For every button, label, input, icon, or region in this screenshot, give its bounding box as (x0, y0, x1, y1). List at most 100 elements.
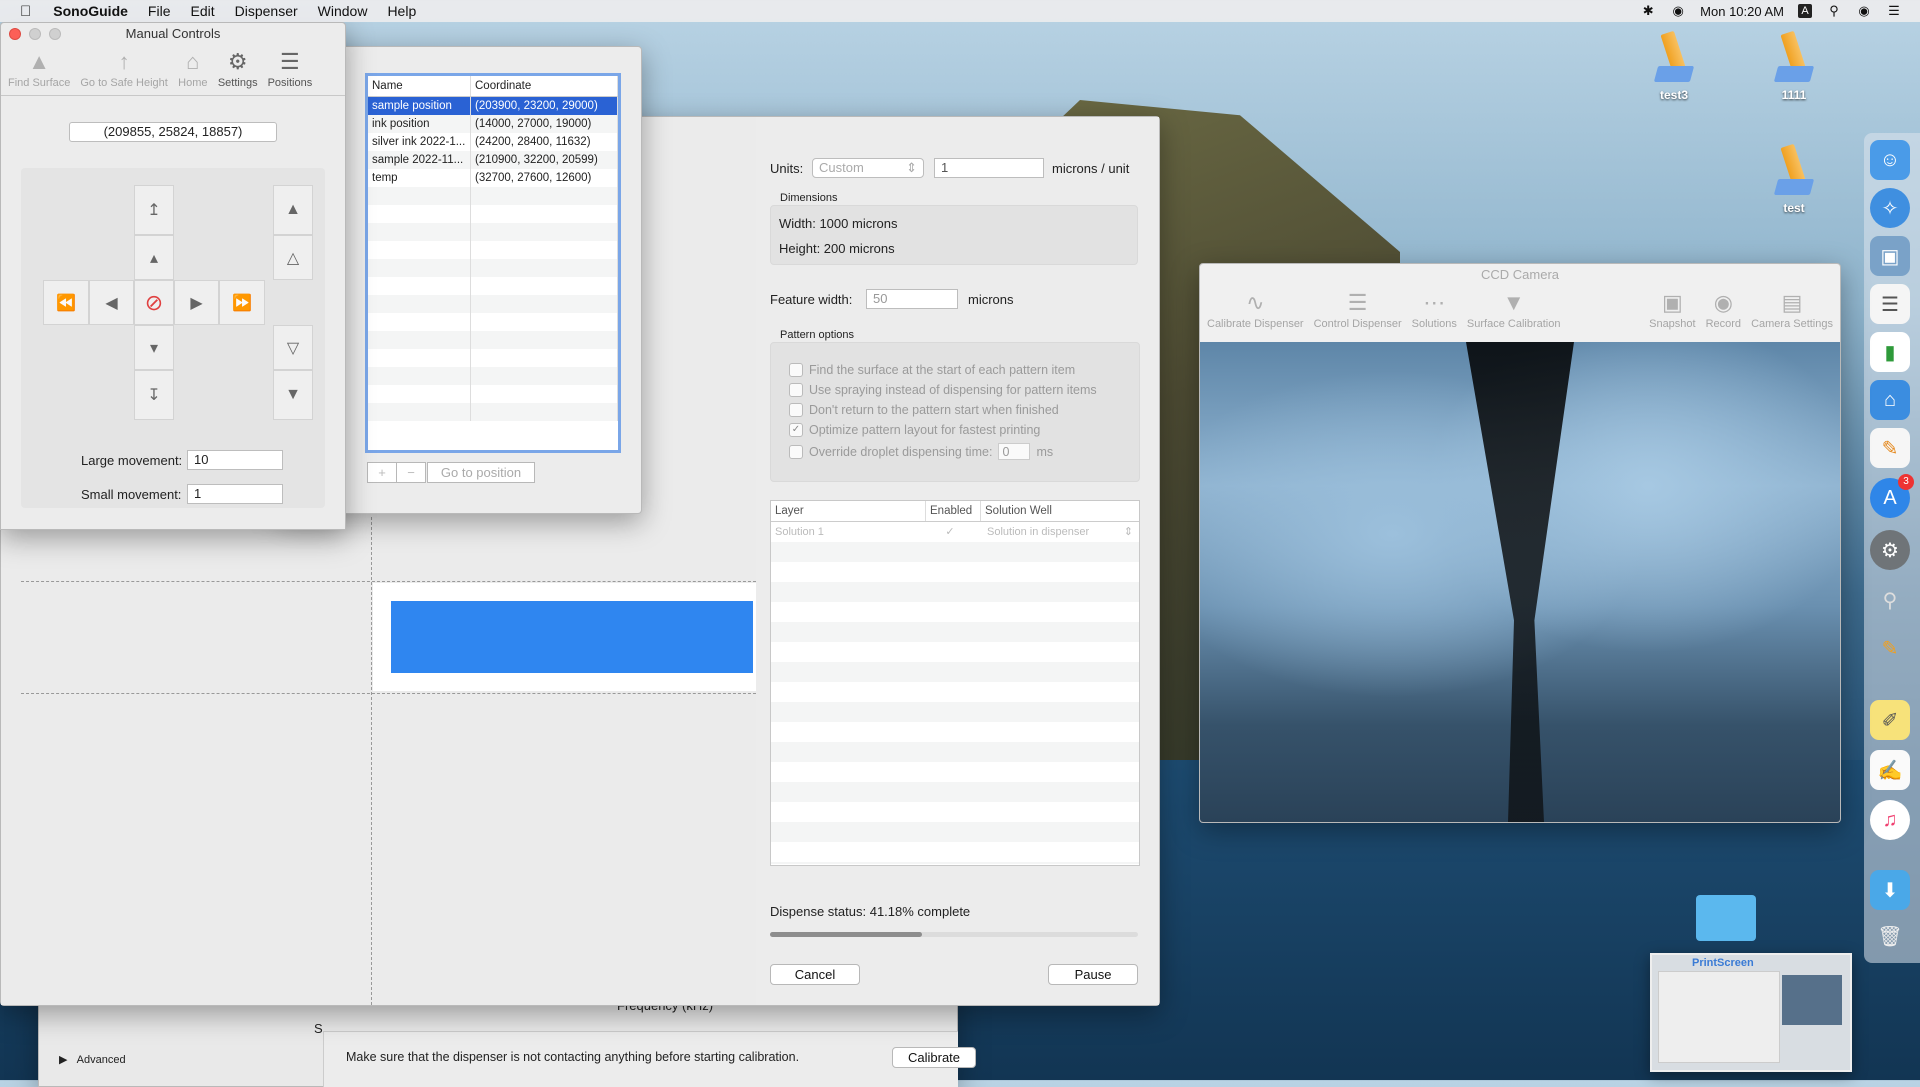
find-surface-tool[interactable]: ▲ Find Surface (5, 45, 73, 95)
units-value-field[interactable]: 1 (934, 158, 1044, 178)
desktop-file-test3[interactable]: test3 (1634, 30, 1714, 102)
cancel-button[interactable]: Cancel (770, 964, 860, 985)
spotlight-search-icon[interactable]: ⚲ (1826, 4, 1842, 18)
record-tool[interactable]: ◉ Record (1703, 286, 1744, 342)
checkmark-icon[interactable]: ✓ (789, 423, 803, 437)
positions-tool[interactable]: ☰ Positions (265, 45, 316, 95)
position-row-selected[interactable]: sample position (203900, 23200, 29000) (368, 96, 618, 115)
checkbox-unchecked[interactable] (789, 444, 803, 459)
position-row[interactable]: ink position (14000, 27000, 19000) (368, 115, 618, 133)
manual-controls-titlebar[interactable]: Manual Controls (1, 23, 345, 45)
desktop-folder-icon[interactable] (1696, 895, 1756, 941)
settings-tool[interactable]: ⚙ Settings (215, 45, 261, 95)
screenshot-thumbnail[interactable]: PrintScreen (1650, 953, 1852, 1072)
move-left-small-icon[interactable]: ◀ (89, 280, 134, 325)
control-dispenser-tool[interactable]: ☰ Control Dispenser (1311, 286, 1405, 342)
siri-icon[interactable]: ◉ (1856, 4, 1872, 18)
col-layer[interactable]: Layer (771, 501, 926, 521)
sonoguide-icon[interactable]: ✎ (1870, 628, 1910, 668)
downloads-folder-icon[interactable]: ⬇ (1870, 870, 1910, 910)
safari-icon[interactable]: ✧ (1870, 188, 1910, 228)
solutions-tool[interactable]: ⋯ Solutions (1409, 286, 1460, 342)
menu-clock[interactable]: Mon 10:20 AM (1700, 4, 1784, 19)
advanced-disclosure[interactable]: ▶ Advanced (59, 1053, 126, 1066)
notification-center-icon[interactable]: ☰ (1886, 4, 1902, 18)
units-select[interactable]: Custom ⇕ (812, 158, 924, 178)
current-coordinate-field[interactable]: (209855, 25824, 18857) (69, 122, 277, 142)
z-down-large-icon[interactable]: ▼ (273, 370, 313, 420)
system-preferences-icon[interactable]: ⚙ (1870, 530, 1910, 570)
trash-icon[interactable]: 🗑 (1870, 916, 1910, 956)
checkbox-unchecked[interactable] (789, 383, 803, 397)
feature-width-field[interactable]: 50 (866, 289, 958, 309)
remove-position-button[interactable]: − (396, 462, 426, 483)
checkbox-unchecked[interactable] (789, 363, 803, 377)
minimize-window-icon[interactable] (29, 28, 41, 40)
calibrate-button[interactable]: Calibrate (892, 1047, 976, 1068)
col-name[interactable]: Name (368, 76, 471, 97)
move-right-small-icon[interactable]: ▶ (174, 280, 219, 325)
music-icon[interactable]: ♫ (1870, 800, 1910, 840)
textedit-icon[interactable]: ✍ (1870, 750, 1910, 790)
desktop-file-test[interactable]: test (1754, 143, 1834, 215)
preview-icon[interactable]: ▣ (1870, 236, 1910, 276)
menu-app-name[interactable]: SonoGuide (43, 3, 138, 19)
wifi-icon[interactable]: ◉ (1670, 4, 1686, 18)
apple-menu-icon[interactable]:  (0, 3, 43, 20)
app-store-icon[interactable]: A3 (1870, 474, 1914, 518)
safe-height-tool[interactable]: ↑ Go to Safe Height (77, 45, 170, 95)
pages-icon[interactable]: ✎ (1870, 428, 1910, 468)
numbers-icon[interactable]: ▮ (1870, 332, 1910, 372)
option-optimize[interactable]: ✓ Optimize pattern layout for fastest pri… (789, 423, 1040, 437)
microscope-app-icon[interactable]: ⚲ (1870, 580, 1910, 620)
move-down-large-icon[interactable]: ↧ (134, 370, 174, 420)
move-down-small-icon[interactable]: ▾ (134, 325, 174, 370)
large-movement-field[interactable]: 10 (187, 450, 283, 470)
position-row[interactable]: temp (32700, 27600, 12600) (368, 169, 618, 187)
position-row[interactable]: sample 2022-11... (210900, 32200, 20599) (368, 151, 618, 169)
move-left-large-icon[interactable]: ⏪ (43, 280, 89, 325)
menu-help[interactable]: Help (377, 3, 426, 19)
move-right-large-icon[interactable]: ⏩ (219, 280, 265, 325)
layer-well-select[interactable]: Solution in dispenser (975, 522, 1089, 542)
z-up-large-icon[interactable]: ▲ (273, 185, 313, 235)
layer-row[interactable]: Solution 1 ✓ Solution in dispenser ⇕ (771, 522, 1139, 542)
stickies-icon[interactable]: ✐ (1870, 700, 1910, 740)
z-up-small-icon[interactable]: △ (273, 235, 313, 280)
position-row[interactable]: silver ink 2022-1... (24200, 28400, 11632… (368, 133, 618, 151)
calibrate-dispenser-tool[interactable]: ∿ Calibrate Dispenser (1204, 286, 1307, 342)
close-window-icon[interactable] (9, 28, 21, 40)
option-find-surface[interactable]: Find the surface at the start of each pa… (789, 363, 1075, 377)
snapshot-tool[interactable]: ▣ Snapshot (1646, 286, 1698, 342)
finder-icon[interactable]: ☺ (1870, 140, 1910, 180)
override-time-field[interactable]: 0 (998, 443, 1031, 460)
camera-settings-tool[interactable]: ▤ Camera Settings (1748, 286, 1836, 342)
menu-edit[interactable]: Edit (180, 3, 224, 19)
col-coordinate[interactable]: Coordinate (470, 76, 618, 97)
menu-dispenser[interactable]: Dispenser (225, 3, 308, 19)
col-enabled[interactable]: Enabled (926, 501, 981, 521)
home-tool[interactable]: ⌂ Home (175, 45, 211, 95)
bluetooth-icon[interactable]: ✱ (1640, 4, 1656, 18)
menu-window[interactable]: Window (308, 3, 378, 19)
small-movement-field[interactable]: 1 (187, 484, 283, 504)
keynote-icon[interactable]: ⌂ (1870, 380, 1910, 420)
camera-titlebar[interactable]: CCD Camera (1200, 264, 1840, 286)
desktop-file-1111[interactable]: 1111 (1754, 30, 1834, 102)
move-up-large-icon[interactable]: ↥ (134, 185, 174, 235)
pattern-item-rectangle[interactable] (391, 601, 753, 673)
layer-enabled-checkbox[interactable]: ✓ (925, 522, 975, 542)
option-dont-return[interactable]: Don't return to the pattern start when f… (789, 403, 1059, 417)
go-to-position-button[interactable]: Go to position (427, 462, 535, 483)
zoom-window-icon[interactable] (49, 28, 61, 40)
menu-file[interactable]: File (138, 3, 181, 19)
z-down-small-icon[interactable]: ▽ (273, 325, 313, 370)
stop-icon[interactable]: ⊘ (134, 280, 174, 325)
checkbox-unchecked[interactable] (789, 403, 803, 417)
option-use-spraying[interactable]: Use spraying instead of dispensing for p… (789, 383, 1097, 397)
option-override-time[interactable]: Override droplet dispensing time: 0 ms (789, 443, 1053, 460)
reminders-icon[interactable]: ☰ (1870, 284, 1910, 324)
add-position-button[interactable]: + (367, 462, 397, 483)
move-up-small-icon[interactable]: ▴ (134, 235, 174, 280)
pause-button[interactable]: Pause (1048, 964, 1138, 985)
